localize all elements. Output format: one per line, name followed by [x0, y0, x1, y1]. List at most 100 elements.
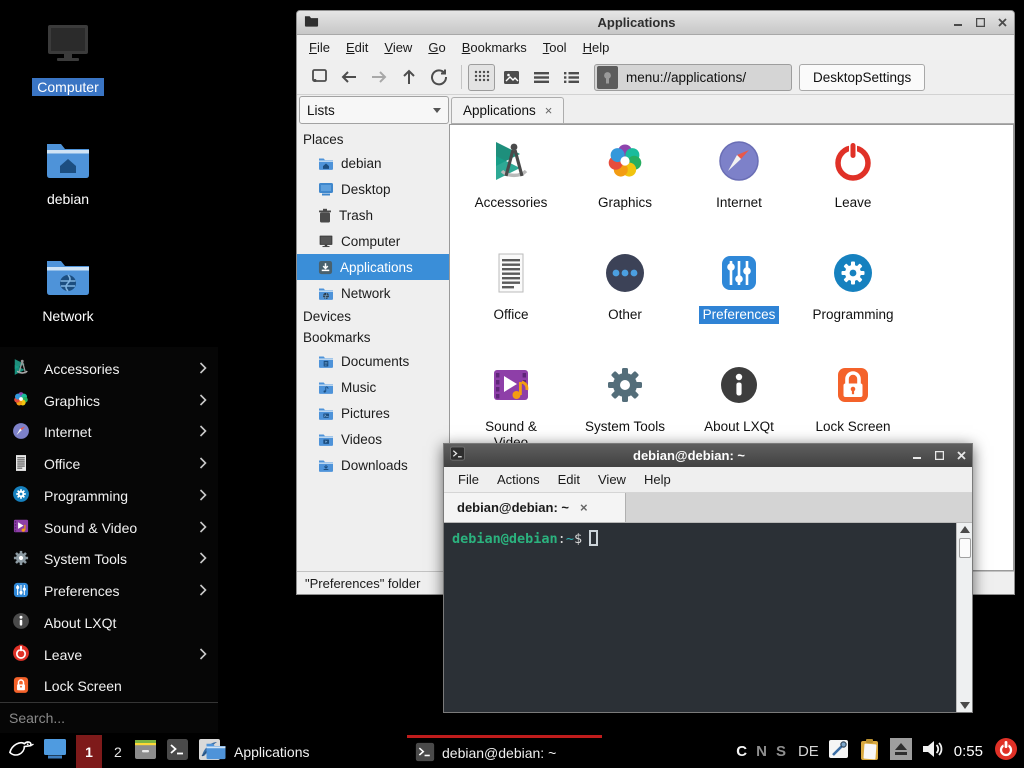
detailed-view-button[interactable] [558, 64, 585, 91]
quicklaunch-file-manager-icon[interactable] [134, 738, 157, 766]
sidebar-item-documents[interactable]: Documents [297, 348, 449, 374]
sidebar-item-pictures[interactable]: Pictures [297, 400, 449, 426]
leave-power-button[interactable] [994, 737, 1018, 766]
internet-icon [11, 421, 31, 444]
terminal-menu-view[interactable]: View [589, 469, 635, 490]
terminal-menu-edit[interactable]: Edit [549, 469, 589, 490]
clock[interactable]: 0:55 [954, 743, 983, 760]
menu-item-lock-screen[interactable]: Lock Screen [0, 671, 218, 703]
fm-menu-help[interactable]: Help [575, 37, 618, 58]
app-item-accessories[interactable]: Accessories [454, 137, 568, 249]
forward-button[interactable] [365, 64, 392, 91]
app-item-leave[interactable]: Leave [796, 137, 910, 249]
quicklaunch-terminal-icon[interactable] [166, 738, 189, 766]
app-item-graphics[interactable]: Graphics [568, 137, 682, 249]
scroll-up-icon[interactable] [960, 526, 970, 533]
sidebar-item-applications[interactable]: Applications [297, 254, 449, 280]
app-item-preferences[interactable]: Preferences [682, 249, 796, 361]
fm-close-button[interactable] [998, 18, 1007, 27]
terminal-menu-file[interactable]: File [449, 469, 488, 490]
menu-item-sound-video[interactable]: Sound & Video [0, 512, 218, 544]
sidebar-item-label: debian [341, 156, 382, 171]
sidebar-item-videos[interactable]: Videos [297, 426, 449, 452]
menu-item-preferences[interactable]: Preferences [0, 575, 218, 607]
fm-menu-bookmarks[interactable]: Bookmarks [454, 37, 535, 58]
terminal-minimize-button[interactable] [913, 451, 922, 460]
submenu-arrow-icon [199, 520, 207, 536]
task-button-terminal[interactable]: debian@debian: ~ [407, 735, 602, 768]
menu-item-graphics[interactable]: Graphics [0, 385, 218, 417]
scrollbar-thumb[interactable] [959, 538, 971, 558]
app-item-office[interactable]: Office [454, 249, 568, 361]
app-item-internet[interactable]: Internet [682, 137, 796, 249]
fm-maximize-button[interactable] [976, 18, 985, 27]
preferences-icon [715, 249, 763, 302]
screenshot-tool-icon[interactable] [828, 738, 850, 765]
menu-item-about-lxqt[interactable]: About LXQt [0, 607, 218, 639]
compact-view-button[interactable] [528, 64, 555, 91]
fm-menu-tool[interactable]: Tool [535, 37, 575, 58]
fm-menu-file[interactable]: File [301, 37, 338, 58]
path-bar[interactable]: menu://applications/ [594, 64, 792, 91]
task-button-file-manager[interactable]: Applications [205, 735, 310, 768]
app-item-programming[interactable]: Programming [796, 249, 910, 361]
submenu-arrow-icon [199, 488, 207, 504]
workspace-1-button[interactable]: 1 [76, 735, 102, 768]
eject-icon[interactable] [890, 738, 912, 765]
fm-titlebar[interactable]: Applications [297, 11, 1014, 35]
menu-item-office[interactable]: Office [0, 448, 218, 480]
desktop-icon-network[interactable]: Network [16, 255, 120, 325]
thumbnail-view-button[interactable] [498, 64, 525, 91]
fm-tab-applications[interactable]: Applications × [451, 97, 564, 123]
terminal-body[interactable]: debian@debian:~$ [444, 523, 972, 712]
menu-item-system-tools[interactable]: System Tools [0, 544, 218, 576]
sidebar-item-desktop[interactable]: Desktop [297, 176, 449, 202]
desktop-icon-debian[interactable]: debian [16, 138, 120, 208]
terminal-titlebar[interactable]: debian@debian: ~ [444, 444, 972, 467]
terminal-menu-actions[interactable]: Actions [488, 469, 549, 490]
icon-view-button[interactable] [468, 64, 495, 91]
menu-item-internet[interactable]: Internet [0, 417, 218, 449]
fm-menu-go[interactable]: Go [420, 37, 453, 58]
scroll-lock-indicator[interactable]: S [776, 743, 786, 760]
reload-button[interactable] [425, 64, 452, 91]
fm-menu-edit[interactable]: Edit [338, 37, 376, 58]
back-button[interactable] [335, 64, 362, 91]
desktop-settings-button[interactable]: DesktopSettings [799, 64, 925, 91]
main-menu-button[interactable] [7, 736, 34, 768]
desktop-icon-computer[interactable]: Computer [16, 20, 120, 96]
sidebar-item-downloads[interactable]: Downloads [297, 452, 449, 478]
keyboard-layout-indicator[interactable]: DE [798, 743, 819, 760]
fm-minimize-button[interactable] [954, 18, 963, 27]
terminal-close-button[interactable] [957, 451, 966, 460]
show-desktop-button[interactable] [43, 738, 67, 765]
sidebar-item-computer[interactable]: Computer [297, 228, 449, 254]
terminal-menu-help[interactable]: Help [635, 469, 680, 490]
clipboard-icon[interactable] [859, 738, 881, 766]
scroll-down-icon[interactable] [960, 702, 970, 709]
menu-item-programming[interactable]: Programming [0, 480, 218, 512]
location-icon [597, 66, 618, 89]
tab-close-icon[interactable]: × [545, 103, 553, 118]
sidebar-item-home[interactable]: debian [297, 150, 449, 176]
caps-lock-indicator[interactable]: C [736, 743, 747, 760]
num-lock-indicator[interactable]: N [756, 743, 767, 760]
internet-icon [715, 137, 763, 190]
menu-search-input[interactable]: Search... [0, 702, 218, 733]
sidebar-item-music[interactable]: Music [297, 374, 449, 400]
volume-icon[interactable] [921, 739, 943, 764]
sidebar-item-trash[interactable]: Trash [297, 202, 449, 228]
app-item-other[interactable]: Other [568, 249, 682, 361]
workspace-2-button[interactable]: 2 [111, 744, 125, 760]
fm-menu-view[interactable]: View [376, 37, 420, 58]
side-pane-selector[interactable]: Lists [299, 96, 449, 124]
new-tab-button[interactable] [305, 64, 332, 91]
menu-item-leave[interactable]: Leave [0, 639, 218, 671]
terminal-maximize-button[interactable] [935, 451, 944, 460]
sidebar-item-network[interactable]: Network [297, 280, 449, 306]
up-button[interactable] [395, 64, 422, 91]
terminal-scrollbar[interactable] [956, 523, 972, 712]
menu-item-accessories[interactable]: Accessories [0, 353, 218, 385]
terminal-tab-close-icon[interactable]: × [580, 500, 588, 515]
terminal-tab[interactable]: debian@debian: ~ × [444, 493, 626, 522]
